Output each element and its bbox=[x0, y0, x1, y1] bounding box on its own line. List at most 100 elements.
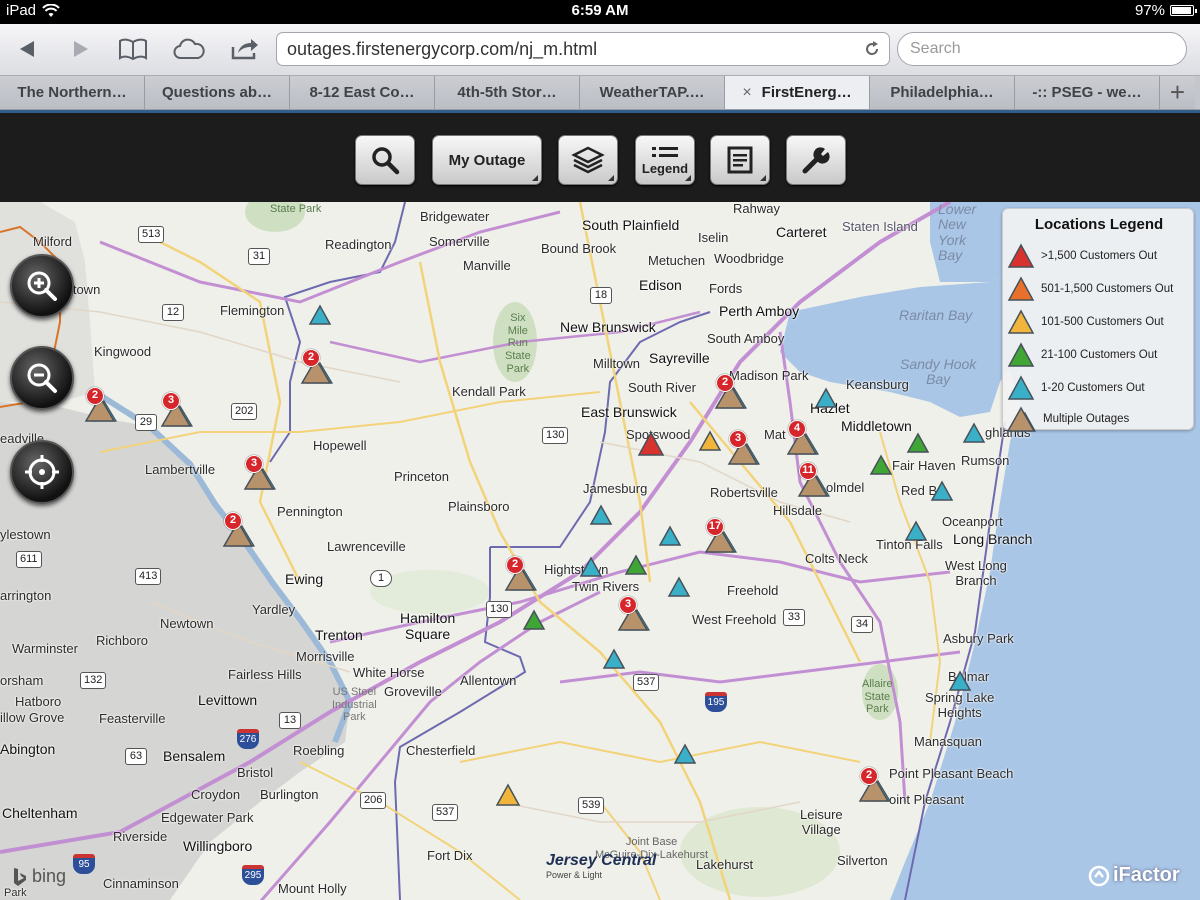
outage-marker-1-20[interactable] bbox=[602, 648, 626, 670]
road-shield: 1 bbox=[370, 570, 392, 587]
outage-marker-101-500[interactable] bbox=[698, 430, 722, 452]
back-button[interactable] bbox=[8, 32, 46, 66]
outage-marker-1-20[interactable] bbox=[673, 743, 697, 765]
outage-marker-21-100[interactable] bbox=[906, 432, 930, 454]
outage-marker-21-100[interactable] bbox=[624, 554, 648, 576]
wrench-icon bbox=[802, 147, 830, 174]
multiple-outage-marker[interactable]: 2 bbox=[858, 767, 896, 803]
outage-marker-101-500[interactable] bbox=[495, 783, 521, 807]
road-shield: 132 bbox=[80, 672, 107, 689]
outage-marker-1-20[interactable] bbox=[814, 387, 838, 409]
tools-button[interactable] bbox=[786, 135, 846, 185]
bookmarks-button[interactable] bbox=[114, 32, 152, 66]
red-triangle-icon bbox=[1007, 243, 1035, 268]
bing-text: bing bbox=[32, 866, 67, 886]
search-input[interactable]: Search bbox=[897, 32, 1187, 66]
multiple-outage-marker[interactable]: 2 bbox=[504, 556, 542, 592]
outage-marker-1-20[interactable] bbox=[589, 504, 613, 526]
multiple-outage-marker[interactable]: 17 bbox=[704, 518, 742, 554]
tab-northern[interactable]: The Northern… bbox=[0, 76, 145, 109]
multiple-outage-marker[interactable]: 3 bbox=[243, 455, 281, 491]
icloud-tabs-button[interactable] bbox=[170, 32, 208, 66]
outage-marker-21-100[interactable] bbox=[522, 609, 546, 631]
place-label: Middletown bbox=[841, 418, 912, 434]
place-label: New Brunswick bbox=[560, 319, 656, 335]
place-label: Edgewater Park bbox=[161, 810, 254, 825]
tab-philadelphia[interactable]: Philadelphia… bbox=[870, 76, 1015, 109]
place-label: Asbury Park bbox=[943, 631, 1014, 646]
report-button[interactable] bbox=[710, 135, 770, 185]
outage-marker-21-100[interactable] bbox=[869, 454, 893, 476]
place-label: Metuchen bbox=[648, 253, 706, 268]
place-label: Woodbridge bbox=[714, 251, 784, 266]
place-label: Twin Rivers bbox=[572, 579, 640, 594]
outage-marker-1500-plus[interactable] bbox=[637, 431, 665, 457]
status-bar: iPad 6:59 AM 97% bbox=[0, 0, 1200, 24]
place-label: State Park bbox=[270, 203, 322, 215]
place-label: oint Pleasant bbox=[889, 792, 965, 807]
forward-button[interactable] bbox=[62, 32, 100, 66]
multiple-outage-marker[interactable]: 11 bbox=[797, 462, 835, 498]
blue-triangle-icon bbox=[1007, 375, 1035, 400]
tab-pseg[interactable]: -:: PSEG - we… bbox=[1015, 76, 1160, 109]
tab-weathertap[interactable]: WeatherTAP.… bbox=[580, 76, 725, 109]
place-label: Rumson bbox=[961, 453, 1010, 468]
battery-icon bbox=[1170, 5, 1197, 16]
forward-arrow-icon bbox=[74, 41, 88, 57]
outage-marker-1-20[interactable] bbox=[930, 480, 954, 502]
place-label: Fords bbox=[709, 281, 743, 296]
outage-marker-1-20[interactable] bbox=[658, 525, 682, 547]
outage-marker-1-20[interactable] bbox=[667, 576, 691, 598]
tab-close-icon[interactable]: × bbox=[742, 84, 751, 102]
reload-icon[interactable] bbox=[863, 40, 881, 58]
outage-marker-1-20[interactable] bbox=[308, 304, 332, 326]
outage-marker-1-20[interactable] bbox=[948, 670, 972, 692]
jcpl-text: Jersey Central bbox=[546, 852, 657, 869]
multiple-outage-marker[interactable]: 4 bbox=[786, 420, 824, 456]
crosshair-icon bbox=[25, 455, 59, 489]
multiple-outage-marker[interactable]: 3 bbox=[617, 596, 655, 632]
tab-questions[interactable]: Questions ab… bbox=[145, 76, 290, 109]
app-toolbar: My Outage Legend bbox=[0, 110, 1200, 202]
zoom-in-button[interactable] bbox=[10, 254, 74, 318]
tab-east-coast[interactable]: 8-12 East Co… bbox=[290, 76, 435, 109]
road-shield: 537 bbox=[633, 674, 660, 691]
outage-marker-1-20[interactable] bbox=[904, 520, 928, 542]
multiple-outage-marker[interactable]: 2 bbox=[84, 387, 122, 423]
place-label: illow Grove bbox=[0, 710, 65, 725]
place-label: Hillsdale bbox=[773, 503, 823, 518]
browser-toolbar: outages.firstenergycorp.com/nj_m.html Se… bbox=[0, 24, 1200, 76]
multiple-outage-marker[interactable]: 2 bbox=[222, 512, 260, 548]
tab-bar: The Northern… Questions ab… 8-12 East Co… bbox=[0, 76, 1200, 110]
search-button[interactable] bbox=[355, 135, 415, 185]
legend-button[interactable]: Legend bbox=[635, 135, 695, 185]
multiple-outage-marker[interactable]: 2 bbox=[714, 374, 752, 410]
yellow-triangle-icon bbox=[1007, 309, 1035, 334]
outage-marker-1-20[interactable] bbox=[962, 422, 986, 444]
locate-me-button[interactable] bbox=[10, 440, 74, 504]
place-label: East Brunswick bbox=[581, 404, 677, 420]
layers-button[interactable] bbox=[558, 135, 618, 185]
road-shield: 130 bbox=[486, 601, 513, 618]
zoom-out-button[interactable] bbox=[10, 346, 74, 410]
place-label: Lawrenceville bbox=[327, 539, 406, 554]
place-label: Point Pleasant Beach bbox=[889, 766, 1014, 781]
outage-marker-1-20[interactable] bbox=[579, 556, 603, 578]
place-label: Long Branch bbox=[953, 531, 1033, 547]
place-label: Richboro bbox=[96, 633, 149, 648]
address-bar[interactable]: outages.firstenergycorp.com/nj_m.html bbox=[276, 32, 890, 66]
tab-storm[interactable]: 4th-5th Stor… bbox=[435, 76, 580, 109]
place-label: Plainsboro bbox=[448, 499, 510, 514]
tab-firstenergy[interactable]: × FirstEnerg… bbox=[725, 76, 870, 109]
multiple-outage-marker[interactable]: 2 bbox=[300, 349, 338, 385]
multiple-outage-marker[interactable]: 3 bbox=[160, 392, 198, 428]
jcpl-subtext: Power & Light bbox=[546, 870, 603, 880]
my-outage-button[interactable]: My Outage bbox=[432, 135, 542, 185]
new-tab-button[interactable]: + bbox=[1160, 76, 1195, 109]
interstate-shield: 295 bbox=[242, 865, 264, 885]
outage-map[interactable]: State Park Bridgewater South Plainfield … bbox=[0, 202, 1200, 900]
road-shield: 206 bbox=[360, 792, 387, 809]
share-button[interactable] bbox=[226, 32, 264, 66]
place-label: Milford bbox=[33, 234, 73, 249]
multiple-outage-marker[interactable]: 3 bbox=[727, 430, 765, 466]
